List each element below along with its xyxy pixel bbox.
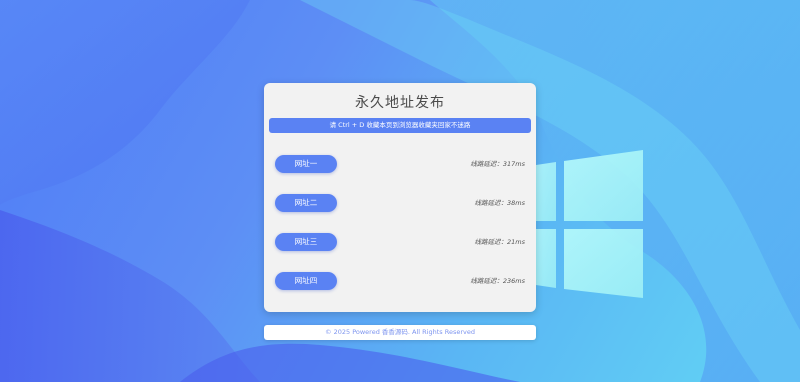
link-row-3: 网址三 线路延迟：21ms bbox=[275, 233, 525, 251]
link-button-3[interactable]: 网址三 bbox=[275, 233, 337, 251]
page-background: 永久地址发布 请 Ctrl + D 收藏本页到浏览器收藏夹回家不迷路 网址一 线… bbox=[0, 0, 800, 382]
latency-label-2: 线路延迟：38ms bbox=[474, 199, 526, 207]
footer-copyright: © 2025 Powered 香香源码. All Rights Reserved bbox=[264, 325, 536, 340]
link-row-1: 网址一 线路延迟：317ms bbox=[275, 155, 525, 173]
address-card: 永久地址发布 请 Ctrl + D 收藏本页到浏览器收藏夹回家不迷路 网址一 线… bbox=[264, 83, 536, 312]
link-button-2[interactable]: 网址二 bbox=[275, 194, 337, 212]
link-row-4: 网址四 线路延迟：236ms bbox=[275, 272, 525, 290]
latency-label-1: 线路延迟：317ms bbox=[470, 160, 525, 168]
latency-label-3: 线路延迟：21ms bbox=[474, 238, 526, 246]
bookmark-notice: 请 Ctrl + D 收藏本页到浏览器收藏夹回家不迷路 bbox=[269, 118, 531, 133]
page-title: 永久地址发布 bbox=[355, 95, 445, 111]
link-button-4[interactable]: 网址四 bbox=[275, 272, 337, 290]
latency-label-4: 线路延迟：236ms bbox=[470, 277, 525, 285]
link-row-2: 网址二 线路延迟：38ms bbox=[275, 194, 525, 212]
link-button-1[interactable]: 网址一 bbox=[275, 155, 337, 173]
